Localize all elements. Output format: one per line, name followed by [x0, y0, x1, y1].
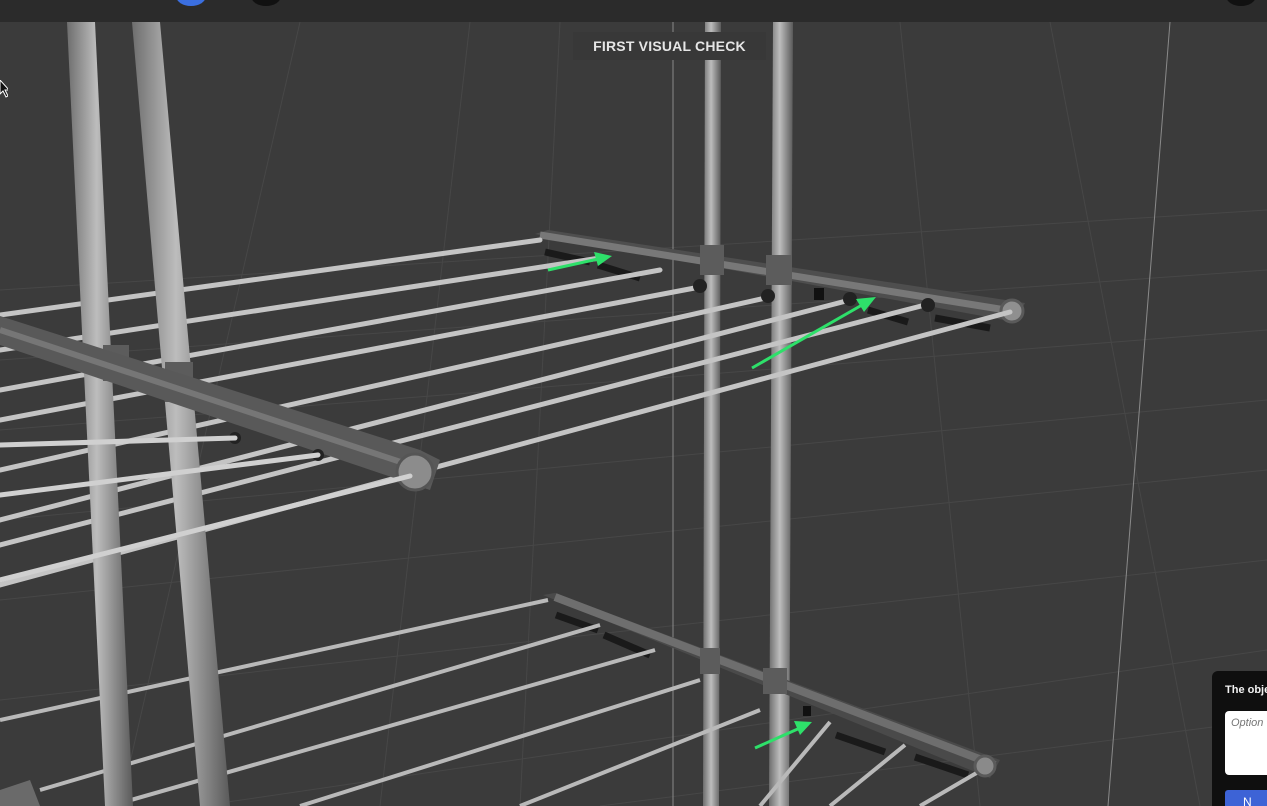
feedback-panel: The obje N [1212, 671, 1267, 806]
top-toolbar [0, 0, 1267, 22]
blue-status-dot[interactable] [176, 0, 206, 6]
axis-lines [672, 22, 1171, 806]
question-label: The obje [1225, 684, 1267, 696]
feedback-input[interactable] [1225, 711, 1267, 775]
user-avatar[interactable] [1226, 0, 1256, 6]
3d-viewport[interactable] [0, 22, 1267, 806]
scene-render [0, 22, 1267, 806]
app-window: FIRST VISUAL CHECK The obje N [0, 0, 1267, 806]
black-status-dot[interactable] [251, 0, 281, 6]
cursor-icon [0, 80, 8, 98]
front-poles [67, 22, 792, 806]
next-button[interactable]: N [1225, 790, 1267, 806]
check-title: FIRST VISUAL CHECK [573, 32, 766, 60]
